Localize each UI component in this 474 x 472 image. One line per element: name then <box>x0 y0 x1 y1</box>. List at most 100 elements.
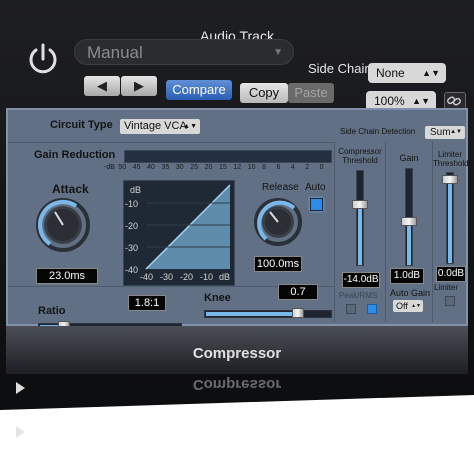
plugin-name: Compressor <box>192 345 282 362</box>
meter-scale-tick: 0 <box>319 164 324 171</box>
graph-y-tick: -30 <box>125 243 139 253</box>
meter-scale-tick: 10 <box>247 164 256 171</box>
auto-gain-select[interactable]: Off ▲▼ <box>393 300 423 312</box>
next-preset-button[interactable]: ▶ <box>121 76 157 96</box>
chevron-down-icon: ▲▼ <box>450 129 462 135</box>
circuit-type-value: Vintage VCA <box>124 120 187 132</box>
limiter-threshold-label-line2: Threshold <box>433 159 469 168</box>
release-knob[interactable] <box>254 198 302 246</box>
play-icon-reflection <box>16 426 25 438</box>
meter-scale-tick: 2 <box>305 164 310 171</box>
meter-scale-tick: 6 <box>276 164 281 171</box>
rms-checkbox[interactable] <box>367 304 377 314</box>
gain-reduction-meter <box>124 150 332 163</box>
peak-rms-label: Peak/RMS <box>339 291 378 300</box>
link-icon <box>447 96 461 106</box>
side-chain-value: None <box>376 66 405 80</box>
gain-reduction-scale: -dB 50 45 40 35 30 25 20 15 12 10 8 6 4 2 0 <box>104 164 334 174</box>
meter-scale-tick: 12 <box>233 164 242 171</box>
meter-scale-tick: 25 <box>190 164 199 171</box>
limiter-threshold-label-line1: Limiter <box>437 150 462 159</box>
knee-value[interactable]: 0.7 <box>278 284 318 300</box>
knee-slider-thumb[interactable] <box>292 308 304 318</box>
copy-button[interactable]: Copy <box>240 83 288 103</box>
gain-label: Gain <box>399 153 419 163</box>
side-chain-detection-select[interactable]: Sum ▲▼ <box>425 126 465 139</box>
graph-x-tick: -20 <box>180 272 194 282</box>
side-chain-label: Side Chain: <box>308 61 376 76</box>
graph-y-unit: dB <box>130 185 142 195</box>
meter-scale-tick: 4 <box>290 164 295 171</box>
transfer-curve <box>145 184 231 270</box>
auto-release-checkbox[interactable] <box>310 198 323 211</box>
graph-x-tick: -40 <box>140 272 154 282</box>
ratio-label: Ratio <box>38 305 66 317</box>
auto-release-label: Auto <box>305 182 326 193</box>
limiter-threshold-fader[interactable] <box>446 172 454 264</box>
meter-scale-tick: 20 <box>204 164 213 171</box>
meter-scale-tick: -dB <box>104 164 115 171</box>
meter-scale-tick: 40 <box>147 164 155 171</box>
compressor-threshold-value[interactable]: -14.0dB <box>342 272 380 288</box>
previous-preset-button[interactable]: ◀ <box>84 76 120 96</box>
limiter-threshold-fill <box>448 177 452 263</box>
auto-gain-value: Off <box>396 301 408 311</box>
auto-gain-label: Auto Gain <box>390 288 431 298</box>
knee-slider-fill <box>206 312 294 316</box>
circuit-type-select[interactable]: Vintage VCA ▲▼ <box>120 119 200 134</box>
power-icon[interactable] <box>24 40 62 78</box>
graph-x-tick: -10 <box>200 272 214 282</box>
chevron-down-icon: ▲▼ <box>183 123 197 130</box>
release-label: Release <box>262 182 299 193</box>
compressor-threshold-label-line2: Threshold <box>342 156 378 165</box>
arrow-left-icon: ◀ <box>97 78 107 93</box>
release-value[interactable]: 100.0ms <box>254 256 302 272</box>
ratio-value[interactable]: 1.8:1 <box>128 295 166 311</box>
limiter-label: Limiter <box>434 283 459 292</box>
limiter-checkbox[interactable] <box>445 296 455 306</box>
chevron-down-icon: ▲▼ <box>411 303 421 309</box>
divider <box>8 142 334 143</box>
meter-scale-tick: 8 <box>262 164 267 171</box>
play-icon[interactable] <box>16 382 25 394</box>
chevron-down-icon: ▲▼ <box>422 68 440 78</box>
compressor-threshold-thumb[interactable] <box>352 200 368 209</box>
knee-slider[interactable] <box>204 310 332 318</box>
side-chain-select[interactable]: None ▲▼ <box>368 63 446 83</box>
divider <box>334 142 335 322</box>
graph-y-tick: -40 <box>125 265 139 275</box>
side-chain-detection-value: Sum <box>430 127 451 138</box>
meter-scale-tick: 45 <box>132 164 141 171</box>
graph-x-unit: dB <box>219 272 231 282</box>
attack-knob[interactable] <box>36 198 90 252</box>
gain-value[interactable]: 1.0dB <box>390 268 424 284</box>
plugin-name-reflection: Compressor <box>192 376 282 393</box>
compare-button[interactable]: Compare <box>166 80 232 100</box>
compressor-threshold-fill <box>358 205 362 265</box>
meter-scale-tick: 35 <box>161 164 170 171</box>
attack-value[interactable]: 23.0ms <box>36 268 98 284</box>
meter-scale-tick: 30 <box>175 164 184 171</box>
graph-y-tick: -10 <box>125 199 139 209</box>
paste-button[interactable]: Paste <box>288 83 334 103</box>
peak-checkbox[interactable] <box>346 304 356 314</box>
graph-x-tick: -30 <box>160 272 174 282</box>
gain-reduction-label: Gain Reduction <box>34 149 116 161</box>
knee-label: Knee <box>204 292 231 304</box>
preset-menu[interactable]: Manual ▼ <box>74 39 294 65</box>
meter-scale-tick: 15 <box>219 164 227 171</box>
arrow-right-icon: ▶ <box>134 78 144 93</box>
preset-label: Manual <box>87 43 143 62</box>
attack-label: Attack <box>52 182 89 196</box>
compressor-threshold-fader[interactable] <box>356 170 364 266</box>
limiter-threshold-value[interactable]: 0.0dB <box>436 266 466 282</box>
meter-scale-tick: 50 <box>118 164 127 171</box>
chevron-down-icon: ▼ <box>273 47 283 58</box>
zoom-value: 100% <box>374 94 405 108</box>
limiter-threshold-label: Limiter Threshold <box>433 150 469 168</box>
side-chain-detection-label: Side Chain Detection <box>340 127 416 136</box>
gain-fill <box>407 223 411 265</box>
gain-thumb[interactable] <box>401 217 417 226</box>
limiter-threshold-thumb[interactable] <box>442 175 458 184</box>
divider <box>432 142 433 322</box>
